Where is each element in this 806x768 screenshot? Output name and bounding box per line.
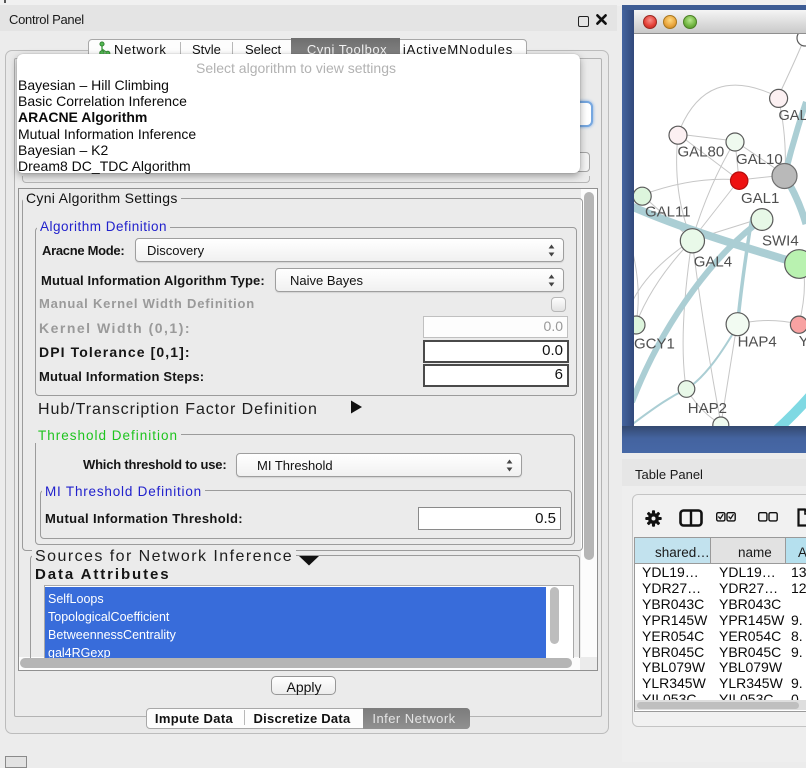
svg-text:HAP4: HAP4 [738,334,777,351]
svg-text:HAP2: HAP2 [688,400,727,417]
svg-text:GAL80: GAL80 [678,143,725,160]
svg-text:GAL4: GAL4 [694,253,732,270]
svg-text:SWI4: SWI4 [762,232,799,249]
svg-text:GAL1: GAL1 [741,190,779,207]
svg-text:GCY1: GCY1 [634,336,675,353]
svg-text:GAL10: GAL10 [736,151,783,168]
svg-text:YJ: YJ [799,333,806,350]
svg-text:GAL7: GAL7 [779,108,806,124]
svg-text:GAL11: GAL11 [645,204,691,221]
